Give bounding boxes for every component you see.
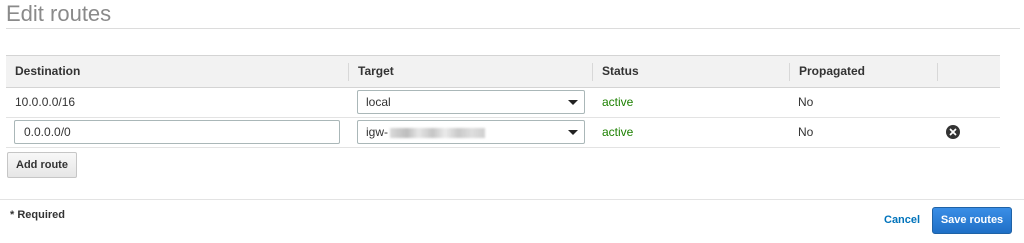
target-value: igw- <box>366 125 389 139</box>
cancel-button[interactable]: Cancel <box>884 214 920 226</box>
footer-divider <box>0 199 1024 200</box>
title-divider <box>6 28 1020 29</box>
destination-cidr: 10.0.0.0/16 <box>15 95 76 109</box>
required-note: * Required <box>10 209 66 221</box>
target-select[interactable]: igw- <box>357 120 585 144</box>
column-divider <box>937 63 938 81</box>
column-header-propagated: Propagated <box>799 64 866 78</box>
add-route-button[interactable]: Add route <box>7 152 77 178</box>
column-header-status: Status <box>602 64 639 78</box>
column-header-target: Target <box>358 64 394 78</box>
destination-input[interactable] <box>14 120 340 144</box>
table-row: 10.0.0.0/16 local active No <box>6 88 1000 118</box>
target-value: local <box>366 95 391 109</box>
save-routes-button[interactable]: Save routes <box>932 207 1012 234</box>
status-text: active <box>602 95 634 109</box>
propagated-text: No <box>798 125 814 139</box>
status-text: active <box>602 125 634 139</box>
caret-down-icon <box>568 100 578 105</box>
column-header-destination: Destination <box>15 64 81 78</box>
propagated-text: No <box>798 95 814 109</box>
page-title: Edit routes <box>6 1 112 26</box>
remove-circle-icon[interactable] <box>946 125 960 139</box>
caret-down-icon <box>568 130 578 135</box>
table-row: igw- active No <box>6 118 1000 148</box>
target-select[interactable]: local <box>357 90 585 114</box>
redacted-target-id <box>390 127 486 138</box>
routes-table: Destination Target Status Propagated 10.… <box>6 55 1000 148</box>
table-header: Destination Target Status Propagated <box>6 55 1000 88</box>
